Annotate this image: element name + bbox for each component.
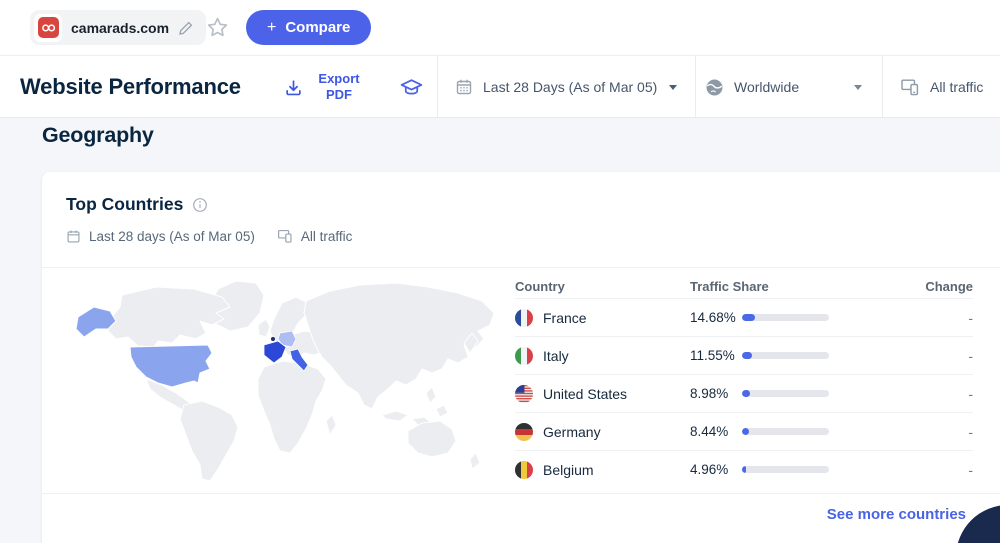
chevron-down-icon: [854, 85, 862, 90]
column-header-traffic-share: Traffic Share: [690, 279, 925, 294]
site-favicon: [34, 14, 62, 42]
date-range-filter[interactable]: Last 28 Days (As of Mar 05): [455, 56, 677, 118]
traffic-share-bar: [742, 314, 829, 321]
section-title-geography: Geography: [42, 123, 154, 148]
change-value: -: [968, 386, 973, 402]
divider: [695, 56, 696, 118]
column-header-country: Country: [515, 279, 690, 294]
card-title: Top Countries: [66, 194, 183, 215]
change-value: -: [968, 424, 973, 440]
compare-button-label: Compare: [285, 19, 350, 36]
traffic-share-bar: [742, 352, 829, 359]
country-name: Germany: [543, 424, 601, 440]
domain-name: camarads.com: [71, 20, 169, 36]
traffic-share-bar: [742, 428, 829, 435]
traffic-share-value: 8.98%: [690, 386, 742, 401]
info-icon[interactable]: [192, 197, 208, 213]
country-name: France: [543, 310, 587, 326]
card-date-label: Last 28 days (As of Mar 05): [89, 229, 255, 244]
card-filters-summary: Last 28 days (As of Mar 05) All traffic: [66, 228, 352, 244]
column-header-change: Change: [925, 279, 973, 294]
change-value: -: [968, 310, 973, 326]
date-range-value: Last 28 Days (As of Mar 05): [483, 79, 657, 95]
countries-table: Country Traffic Share Change France 14.6…: [515, 274, 973, 488]
traffic-share-value: 11.55%: [690, 348, 742, 363]
divider: [882, 56, 883, 118]
divider: [42, 267, 1000, 268]
divider: [42, 493, 1000, 494]
table-body: France 14.68% - Italy 11.55% - United St…: [515, 298, 973, 488]
learn-graduation-cap-icon[interactable]: [398, 75, 424, 101]
traffic-share-value: 4.96%: [690, 462, 742, 477]
country-name: Italy: [543, 348, 569, 364]
favorite-star-icon[interactable]: [204, 15, 230, 41]
card-traffic-label: All traffic: [301, 229, 353, 244]
region-value: Worldwide: [734, 79, 799, 95]
table-row[interactable]: United States 8.98% -: [515, 374, 973, 412]
edit-domain-icon[interactable]: [178, 20, 194, 36]
top-bar: camarads.com + Compare: [0, 0, 1000, 56]
country-name: United States: [543, 386, 627, 402]
divider: [437, 56, 438, 118]
traffic-share-bar: [742, 390, 829, 397]
traffic-share-value: 14.68%: [690, 310, 742, 325]
country-flag-icon: [515, 347, 533, 365]
change-value: -: [968, 348, 973, 364]
top-countries-card: Top Countries Last 28 days (As of Mar 05…: [42, 172, 1000, 543]
traffic-share-bar: [742, 466, 829, 473]
domain-selector[interactable]: camarads.com: [30, 10, 206, 45]
country-flag-icon: [515, 309, 533, 327]
calendar-icon: [455, 78, 473, 96]
camarads-favicon-glyph: [41, 20, 56, 35]
compare-button[interactable]: + Compare: [246, 10, 371, 45]
table-row[interactable]: Italy 11.55% -: [515, 336, 973, 374]
table-row[interactable]: France 14.68% -: [515, 298, 973, 336]
traffic-channel-filter[interactable]: All traffic: [900, 56, 983, 118]
download-icon: [284, 78, 303, 97]
plus-icon: +: [267, 20, 276, 36]
traffic-channel-value: All traffic: [930, 79, 983, 95]
traffic-share-value: 8.44%: [690, 424, 742, 439]
world-map[interactable]: [60, 273, 500, 487]
country-flag-icon: [515, 461, 533, 479]
devices-icon: [900, 77, 920, 97]
table-row[interactable]: Germany 8.44% -: [515, 412, 973, 450]
region-filter[interactable]: Worldwide: [705, 56, 880, 118]
export-pdf-button[interactable]: Export PDF: [284, 56, 366, 118]
devices-icon: [277, 228, 293, 244]
chevron-down-icon: [669, 85, 677, 90]
page-title: Website Performance: [20, 56, 241, 118]
globe-icon: [705, 78, 724, 97]
change-value: -: [968, 462, 973, 478]
export-pdf-label: Export PDF: [312, 71, 366, 102]
country-flag-icon: [515, 423, 533, 441]
table-row[interactable]: Belgium 4.96% -: [515, 450, 973, 488]
performance-header: Website Performance Export PDF: [0, 56, 1000, 118]
country-flag-icon: [515, 385, 533, 403]
country-name: Belgium: [543, 462, 594, 478]
calendar-icon: [66, 229, 81, 244]
app-window: camarads.com + Compare Website Performan…: [0, 0, 1000, 543]
table-header-row: Country Traffic Share Change: [515, 274, 973, 298]
see-more-countries-link[interactable]: See more countries: [827, 506, 966, 523]
